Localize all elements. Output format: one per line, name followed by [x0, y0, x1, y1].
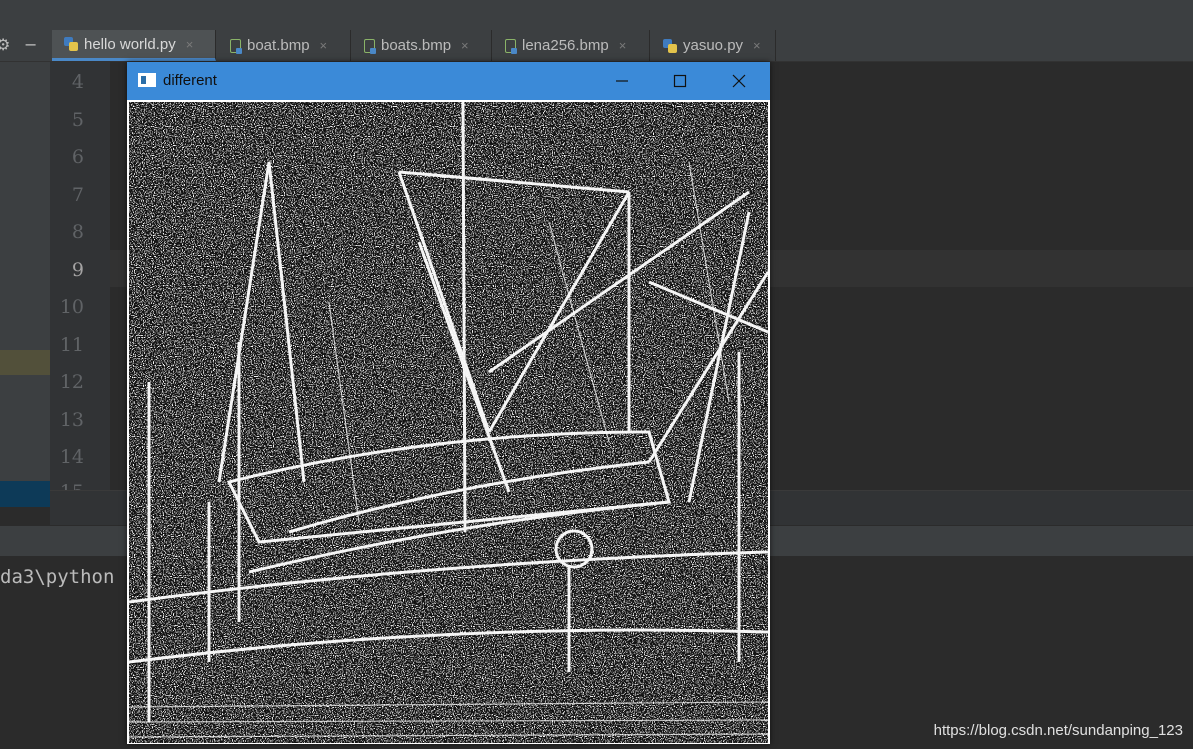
tab-label: yasuo.py	[683, 37, 744, 54]
tab-hello-world[interactable]: hello world.py ×	[52, 30, 216, 61]
line-number: 6	[71, 146, 84, 168]
window-titlebar[interactable]: different	[127, 62, 770, 100]
window-close-button[interactable]	[710, 62, 768, 100]
project-tool-strip	[0, 62, 50, 507]
boat-edge-image-graphic	[129, 102, 768, 743]
tab-label: lena256.bmp	[522, 37, 609, 54]
line-number-gutter: 4 5 6 7 8 9 10 11 12 13 14 15	[50, 62, 110, 490]
close-icon	[732, 74, 746, 88]
line-number: 12	[59, 371, 84, 393]
tab-close-icon[interactable]: ×	[186, 37, 194, 52]
tab-close-icon[interactable]: ×	[753, 38, 761, 53]
line-number: 13	[59, 409, 84, 431]
csdn-watermark: https://blog.csdn.net/sundanping_123	[933, 722, 1183, 739]
image-file-icon	[505, 38, 517, 54]
tab-close-icon[interactable]: ×	[461, 38, 469, 53]
selection-marker	[0, 481, 50, 507]
maximize-icon	[673, 74, 687, 88]
line-number: 14	[59, 446, 84, 468]
line-number-current: 9	[71, 259, 84, 281]
tab-yasuo-py[interactable]: yasuo.py ×	[651, 30, 776, 61]
line-number: 4	[71, 71, 84, 93]
line-number: 8	[71, 221, 84, 243]
tab-lena256-bmp[interactable]: lena256.bmp ×	[493, 30, 650, 61]
tab-boat-bmp[interactable]: boat.bmp ×	[218, 30, 351, 61]
python-file-icon	[64, 37, 78, 51]
line-number: 10	[59, 296, 84, 318]
python-file-icon	[663, 38, 677, 53]
image-file-icon	[364, 38, 376, 54]
tab-close-icon[interactable]: ×	[619, 38, 627, 53]
tab-label: boats.bmp	[381, 37, 452, 54]
console-output: da3\python	[0, 566, 115, 588]
image-file-icon	[230, 38, 242, 54]
search-highlight-marker	[0, 350, 50, 375]
line-number: 5	[71, 109, 84, 131]
window-title: different	[163, 72, 217, 89]
minimize-icon	[616, 80, 628, 82]
different-image-window[interactable]: different	[127, 62, 770, 744]
edge-detected-boat-image	[129, 102, 768, 743]
window-maximize-button[interactable]	[651, 62, 709, 100]
tab-label: hello world.py	[84, 35, 176, 53]
tab-boats-bmp[interactable]: boats.bmp ×	[352, 30, 492, 61]
line-number: 15	[50, 481, 84, 490]
minimize-panel-icon[interactable]: −	[24, 36, 37, 54]
tab-label: boat.bmp	[247, 37, 310, 54]
window-minimize-button[interactable]	[593, 62, 651, 100]
window-app-icon	[138, 73, 156, 87]
settings-gear-icon[interactable]: ⚙	[0, 36, 10, 54]
line-number: 11	[59, 334, 84, 356]
tab-close-icon[interactable]: ×	[320, 38, 328, 53]
ide-top-bar	[0, 0, 1193, 29]
line-number: 7	[71, 184, 84, 206]
